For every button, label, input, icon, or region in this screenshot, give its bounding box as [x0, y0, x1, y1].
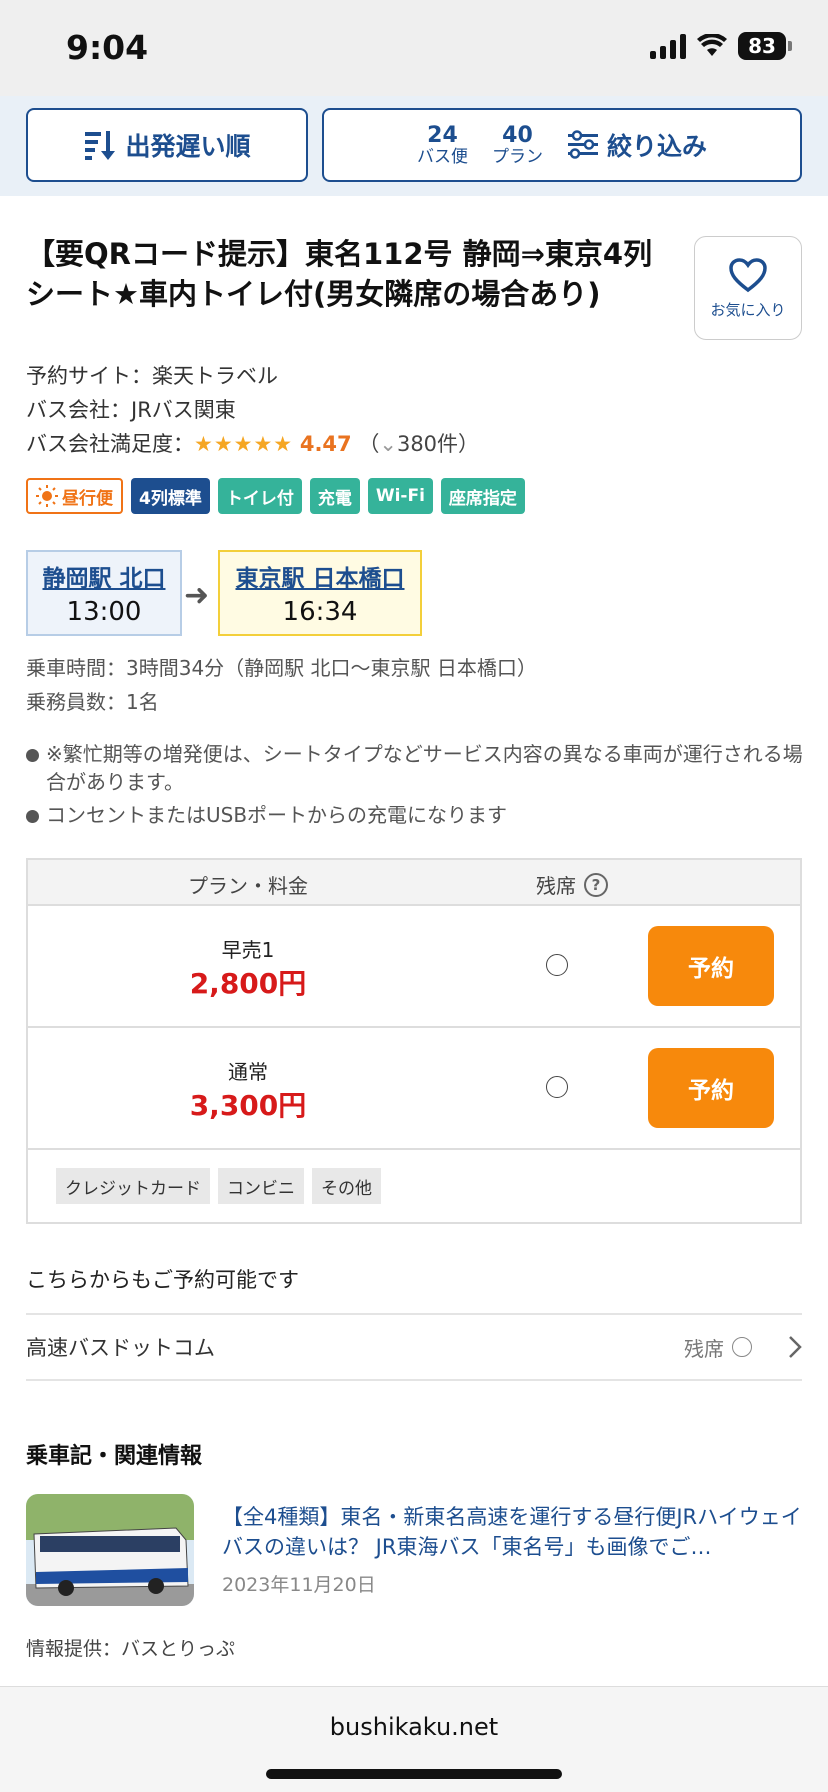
other-site-row[interactable]: 高速バスドットコム 残席 — [26, 1314, 802, 1380]
browser-footer: bushikaku.net — [0, 1686, 828, 1792]
status-bar: 9:04 83 — [0, 0, 828, 96]
article-date: 2023年11月20日 — [222, 1574, 376, 1596]
badge-seat-reservation: 座席指定 — [440, 478, 525, 514]
sort-button[interactable]: 出発遅い順 — [26, 108, 308, 182]
departure-time: 13:00 — [66, 597, 142, 627]
info-source: 情報提供：バスとりっぷ — [26, 1638, 236, 1660]
bus-count-number: 24 — [427, 122, 458, 148]
badge-charging: 充電 — [309, 478, 360, 514]
bus-count-label: バス便 — [416, 146, 468, 167]
reviews-close-paren: ） — [458, 432, 480, 456]
wifi-icon — [697, 34, 727, 56]
company-rating: バス会社満足度：★★★★★ 4.47 （⌄380件） — [26, 428, 479, 458]
battery-icon: 83 — [738, 32, 786, 60]
plan-price: 3,300円 — [189, 1089, 307, 1122]
status-time: 9:04 — [66, 28, 149, 67]
other-site-name: 高速バスドットコム — [26, 1336, 215, 1360]
also-available-heading: こちらからもご予約可能です — [26, 1268, 299, 1292]
plan-count-label: プラン — [491, 146, 543, 167]
rating-label: バス会社満足度： — [26, 432, 194, 456]
payment-tag-convenience-store: コンビニ — [218, 1168, 304, 1204]
arrow-right-icon: ➜ — [184, 578, 210, 613]
sun-icon — [36, 485, 58, 507]
departure-box: 静岡駅 北口 13:00 — [26, 550, 182, 636]
cellular-signal-icon — [650, 33, 686, 59]
badge-wifi: Wi-Fi — [367, 478, 433, 514]
badge-toilet: トイレ付 — [217, 478, 302, 514]
article-link[interactable]: 【全4種類】東名・新東名高速を運行する昼行便JRハイウェイバスの違いは？ JR東… — [222, 1502, 802, 1562]
booking-site: 予約サイト：楽天トラベル — [26, 364, 278, 388]
filter-label-group: 絞り込み — [567, 127, 707, 163]
ride-duration: 乗車時間：3時間34分（静岡駅 北口〜東京駅 日本橋口） — [26, 656, 537, 680]
home-indicator[interactable] — [266, 1769, 562, 1779]
article-thumbnail[interactable] — [26, 1494, 194, 1606]
bus-company: バス会社：JRバス関東 — [26, 398, 236, 422]
filter-sliders-icon — [567, 130, 598, 159]
review-count: 380件 — [396, 432, 459, 456]
bus-title: 【要QRコード提示】東名112号 静岡⇒東京4列シート★車内トイレ付(男女隣席の… — [26, 237, 653, 311]
reviews-link[interactable]: （⌄380件） — [358, 432, 479, 456]
plan-table: プラン・料金 残席 ? 早売1 2,800円 予約 通常 3,300円 予約 ク… — [26, 858, 802, 1224]
payment-tag-credit-card: クレジットカード — [56, 1168, 210, 1204]
plan-name: 早売1 — [221, 938, 275, 962]
plan-count-number: 40 — [502, 122, 533, 148]
payment-methods: クレジットカード コンビニ その他 — [56, 1168, 381, 1204]
rating-value: 4.47 — [299, 432, 352, 456]
seat-availability-icon — [546, 954, 568, 976]
plan-row: 通常 3,300円 予約 — [28, 1028, 800, 1150]
plan-count: 40 プラン — [491, 122, 543, 167]
plan-row: 早売1 2,800円 予約 — [28, 906, 800, 1028]
related-section-title: 乗車記・関連情報 — [26, 1444, 203, 1469]
arrival-time: 16:34 — [282, 597, 358, 627]
other-site-seats: 残席 — [684, 1333, 802, 1362]
badge-daytime: 昼行便 — [26, 478, 123, 514]
bus-count: 24 バス便 — [416, 122, 468, 167]
feature-badges: 昼行便 4列標準 トイレ付 充電 Wi-Fi 座席指定 — [26, 478, 525, 514]
battery-tip — [788, 41, 792, 51]
badge-daytime-label: 昼行便 — [62, 488, 113, 509]
note-extra-buses: ※繁忙期等の増発便は、シートタイプなどサービス内容の異なる車両が運行される場合が… — [26, 740, 806, 796]
filter-label: 絞り込み — [606, 132, 707, 161]
filter-button[interactable]: 24 バス便 40 プラン 絞り込み — [322, 108, 802, 182]
plan-table-header: プラン・料金 残席 ? — [28, 860, 800, 906]
reviews-open-paren: （ — [358, 432, 380, 456]
arrival-stop-link[interactable]: 東京駅 日本橋口 — [235, 559, 404, 593]
help-icon[interactable]: ? — [584, 872, 608, 897]
other-site-seats-label: 残席 — [684, 1336, 724, 1361]
reserve-button[interactable]: 予約 — [648, 1048, 774, 1128]
chevron-right-icon — [789, 1336, 802, 1358]
header-seats: 残席 ? — [536, 870, 608, 899]
header-plan-price: プラン・料金 — [188, 874, 308, 898]
note-charging: コンセントまたはUSBポートからの充電になります — [26, 801, 806, 829]
arrival-box: 東京駅 日本橋口 16:34 — [218, 550, 422, 636]
chevron-down-icon: ⌄ — [379, 432, 397, 456]
reserve-button[interactable]: 予約 — [648, 926, 774, 1006]
seat-availability-icon — [546, 1076, 568, 1098]
sort-label: 出発遅い順 — [125, 132, 251, 161]
status-icons: 83 — [650, 32, 792, 60]
favorite-label: お気に入り — [710, 300, 786, 319]
favorite-button[interactable]: お気に入り — [694, 236, 802, 340]
plan-price: 2,800円 — [189, 967, 307, 1000]
payment-tag-other: その他 — [312, 1168, 381, 1204]
result-toolbar: 出発遅い順 24 バス便 40 プラン 絞り込み — [0, 96, 828, 196]
sort-descending-icon — [85, 131, 116, 160]
rating-stars-icon: ★★★★★ — [194, 432, 294, 456]
bus-photo — [26, 1494, 194, 1606]
crew-count: 乗務員数：1名 — [26, 690, 159, 714]
departure-stop-link[interactable]: 静岡駅 北口 — [42, 559, 165, 593]
seat-availability-icon — [732, 1337, 752, 1357]
plan-name: 通常 — [228, 1060, 268, 1084]
divider — [26, 1379, 802, 1381]
header-seats-label: 残席 — [536, 874, 576, 898]
badge-seat-layout: 4列標準 — [131, 478, 210, 514]
url-domain[interactable]: bushikaku.net — [0, 1713, 828, 1741]
heart-icon — [729, 257, 767, 292]
